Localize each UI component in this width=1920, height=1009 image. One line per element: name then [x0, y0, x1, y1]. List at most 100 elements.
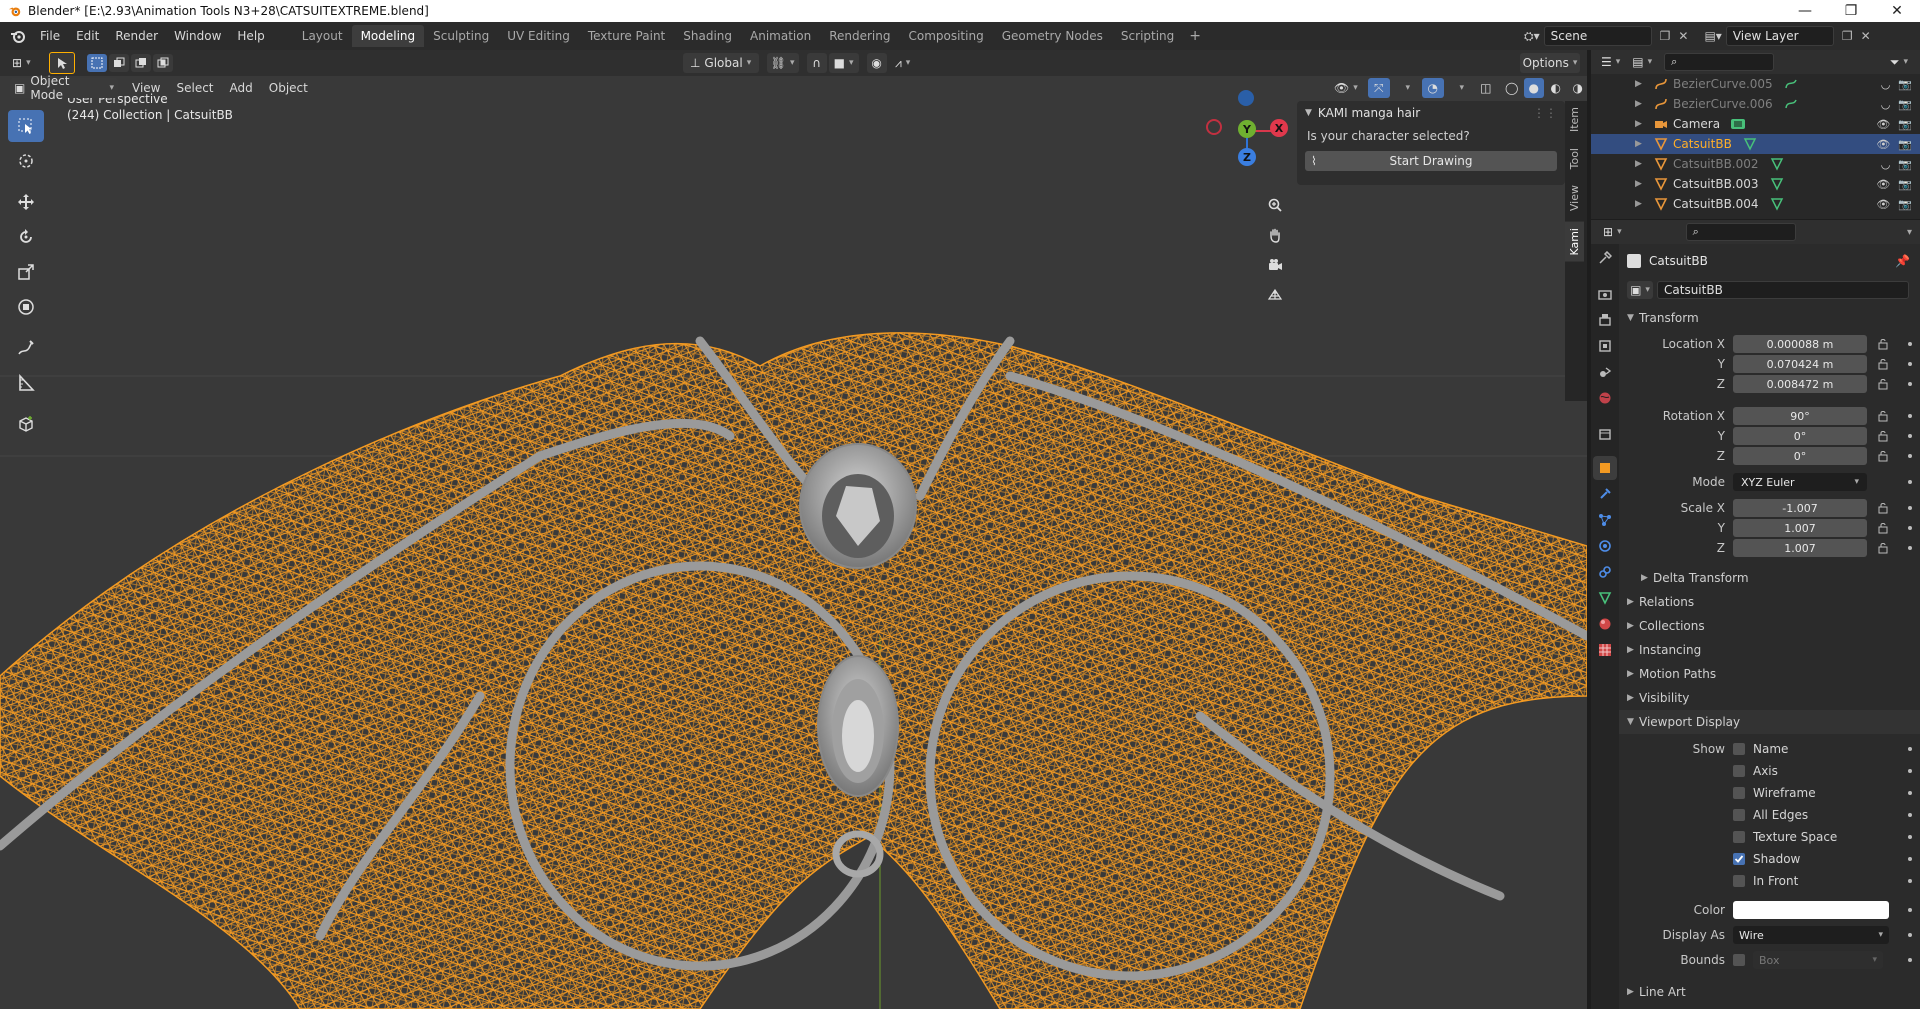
checkbox-axis[interactable]: [1733, 765, 1745, 777]
mesh-data-icon[interactable]: [1769, 176, 1785, 192]
render-camera-icon[interactable]: 📷: [1898, 158, 1912, 171]
render-camera-icon[interactable]: 📷: [1898, 118, 1912, 131]
menu-render[interactable]: Render: [107, 25, 166, 47]
scene-icon[interactable]: ⛭▾: [1524, 29, 1540, 44]
properties-search-input[interactable]: ⌕: [1685, 223, 1796, 241]
lock-icon[interactable]: [1877, 522, 1889, 534]
material-shading-icon[interactable]: ◐: [1546, 78, 1566, 98]
lock-icon[interactable]: [1877, 410, 1889, 422]
scene-field[interactable]: Scene: [1543, 26, 1652, 46]
workspace-tab-sculpting[interactable]: Sculpting: [424, 25, 498, 47]
keyframe-dot-icon[interactable]: [1908, 434, 1912, 438]
keyframe-dot-icon[interactable]: [1908, 546, 1912, 550]
output-tab-icon[interactable]: [1593, 308, 1617, 332]
orientation-dropdown[interactable]: ⊥ Global ▾: [682, 53, 759, 73]
checkbox-in-front[interactable]: [1733, 875, 1745, 887]
eye-closed-icon[interactable]: ◡: [1881, 158, 1891, 171]
curve-data-icon[interactable]: [1783, 96, 1799, 112]
move-tool[interactable]: [8, 186, 44, 218]
gizmo-toggle[interactable]: ⤧: [1367, 78, 1390, 98]
maximize-button[interactable]: ❐: [1828, 0, 1874, 22]
start-drawing-button[interactable]: ⌇ Start Drawing: [1305, 151, 1557, 171]
keyframe-dot-icon[interactable]: [1908, 414, 1912, 418]
gizmo-z[interactable]: Z: [1238, 148, 1256, 166]
xray-toggle[interactable]: ◫: [1476, 78, 1496, 98]
gizmo-neg-x[interactable]: [1206, 119, 1222, 135]
material-tab-icon[interactable]: [1593, 612, 1617, 636]
collapse-arrow-icon[interactable]: ▼: [1305, 108, 1312, 118]
object-name-field[interactable]: CatsuitBB: [1657, 281, 1909, 299]
camera-data-icon[interactable]: [1730, 116, 1746, 132]
select-new-icon[interactable]: [86, 54, 107, 72]
lock-icon[interactable]: [1877, 358, 1889, 370]
lock-icon[interactable]: [1877, 542, 1889, 554]
outliner-row[interactable]: ▶ CatsuitBB.003 👁 📷: [1591, 174, 1920, 194]
select-intersect-icon[interactable]: [152, 54, 173, 72]
render-camera-icon[interactable]: 📷: [1898, 78, 1912, 91]
snap-target-dropdown[interactable]: ■ ▾: [828, 53, 859, 73]
viewport-menu-select[interactable]: Select: [168, 77, 221, 99]
keyframe-dot-icon[interactable]: [1908, 933, 1912, 937]
location-z-field[interactable]: 0.008472 m: [1733, 375, 1867, 393]
eye-icon[interactable]: 👁: [1876, 178, 1890, 191]
checkbox-name[interactable]: [1733, 743, 1745, 755]
expand-arrow-icon[interactable]: ▶: [1635, 179, 1649, 189]
workspace-tab-modeling[interactable]: Modeling: [351, 25, 425, 47]
workspace-tab-geometry-nodes[interactable]: Geometry Nodes: [993, 25, 1112, 47]
zoom-icon[interactable]: [1262, 192, 1288, 218]
mode-dropdown[interactable]: ▣ Object Mode ▾: [10, 74, 118, 102]
pan-hand-icon[interactable]: [1262, 222, 1288, 248]
checkbox-shadow[interactable]: [1733, 853, 1745, 865]
display-as-dropdown[interactable]: Wire ▾: [1733, 926, 1889, 944]
visibility-dropdown[interactable]: 👁 ▾: [1330, 78, 1362, 98]
outliner-search-input[interactable]: ⌕: [1664, 53, 1775, 71]
viewport-menu-view[interactable]: View: [124, 77, 168, 99]
select-box-tool[interactable]: [8, 110, 44, 142]
curve-data-icon[interactable]: [1783, 76, 1799, 92]
eye-icon[interactable]: 👁: [1876, 118, 1890, 131]
options-dropdown[interactable]: Options ▾: [1520, 53, 1580, 73]
render-camera-icon[interactable]: 📷: [1898, 138, 1912, 151]
section-instancing[interactable]: ▶ Instancing: [1619, 638, 1920, 662]
new-view-layer-icon[interactable]: ❐: [1842, 29, 1853, 43]
camera-view-icon[interactable]: [1262, 252, 1288, 278]
outliner-row[interactable]: ▶ CatsuitBB 👁 📷: [1591, 134, 1920, 154]
render-camera-icon[interactable]: 📷: [1898, 98, 1912, 111]
keyframe-dot-icon[interactable]: [1908, 769, 1912, 773]
texture-tab-icon[interactable]: [1593, 638, 1617, 662]
collection-tab-icon[interactable]: [1593, 422, 1617, 446]
filter-dropdown[interactable]: ⏷ ▾: [1886, 52, 1912, 72]
snap-toggle[interactable]: ∩: [806, 53, 827, 73]
gizmo-y[interactable]: Y: [1238, 120, 1256, 138]
pivot-dropdown[interactable]: ⛓ ▾: [766, 53, 799, 73]
outliner-editor-type-button[interactable]: ☰ ▾: [1597, 52, 1624, 72]
viewport-display-header[interactable]: ▼ Viewport Display: [1619, 710, 1920, 734]
menu-edit[interactable]: Edit: [68, 25, 107, 47]
transform-header[interactable]: ▼ Transform: [1619, 306, 1920, 330]
location-y-field[interactable]: 0.070424 m: [1733, 355, 1867, 373]
minimize-button[interactable]: —: [1782, 0, 1828, 22]
close-button[interactable]: ✕: [1874, 0, 1920, 22]
eye-closed-icon[interactable]: ◡: [1881, 98, 1891, 111]
view-layer-tab-icon[interactable]: [1593, 334, 1617, 358]
keyframe-dot-icon[interactable]: [1908, 857, 1912, 861]
expand-arrow-icon[interactable]: ▶: [1635, 199, 1649, 209]
display-mode-button[interactable]: ▤ ▾: [1628, 52, 1656, 72]
expand-arrow-icon[interactable]: ▶: [1635, 119, 1649, 129]
keyframe-dot-icon[interactable]: [1908, 835, 1912, 839]
constraints-tab-icon[interactable]: [1593, 560, 1617, 584]
checkbox-wireframe[interactable]: [1733, 787, 1745, 799]
menu-window[interactable]: Window: [166, 25, 229, 47]
rotation-y-field[interactable]: 0°: [1733, 427, 1867, 445]
select-tool-icon[interactable]: [48, 52, 75, 74]
keyframe-dot-icon[interactable]: [1908, 382, 1912, 386]
section-visibility[interactable]: ▶ Visibility: [1619, 686, 1920, 710]
keyframe-dot-icon[interactable]: [1908, 813, 1912, 817]
gizmo-x[interactable]: X: [1270, 119, 1288, 137]
overlay-dropdown[interactable]: ▾: [1450, 78, 1470, 98]
workspace-tab-compositing[interactable]: Compositing: [899, 25, 992, 47]
proportional-edit-toggle[interactable]: ◉: [866, 53, 887, 73]
overlay-toggle[interactable]: ◔: [1421, 78, 1444, 98]
keyframe-dot-icon[interactable]: [1908, 342, 1912, 346]
select-extend-icon[interactable]: [108, 54, 129, 72]
